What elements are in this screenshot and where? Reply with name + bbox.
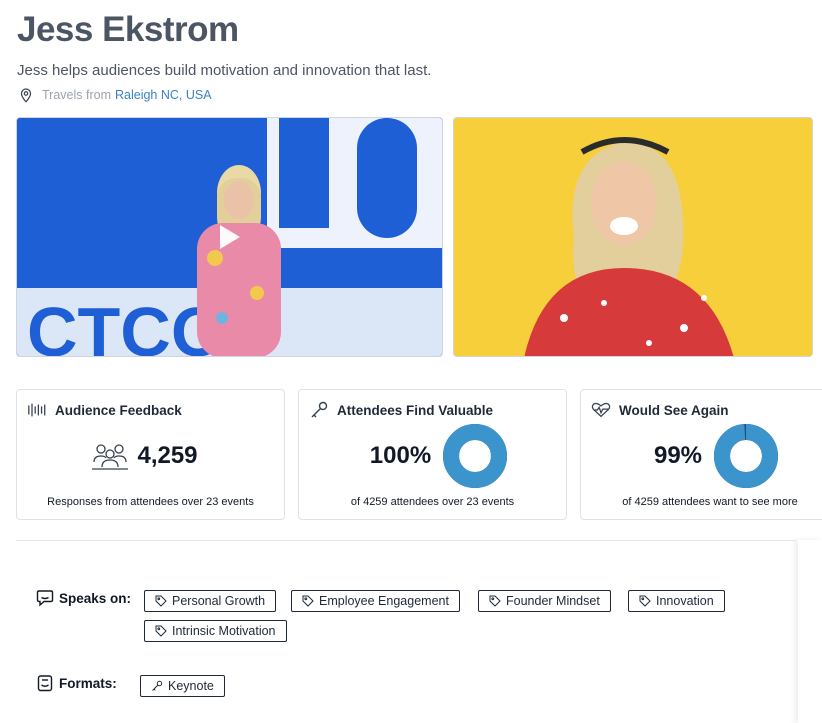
topic-label: Founder Mindset [506,594,600,608]
donut-value-arc [443,424,508,488]
feedback-count: 4,259 [137,442,198,469]
audience-icon [92,444,129,470]
speaker-portrait-art [454,118,812,356]
tag-icon [155,625,167,637]
feedback-caption: Responses from attendees over 23 events [47,496,254,508]
speaker-photo [453,117,813,357]
formats-label: Formats: [36,674,117,692]
format-label: Keynote [168,679,214,693]
speaks-on-label: Speaks on: [36,589,131,607]
clipboard-icon [37,675,53,692]
see-again-caption: of 4259 attendees want to see more [622,496,798,508]
play-icon[interactable] [219,225,240,249]
topic-tag[interactable]: Founder Mindset [478,590,611,612]
topic-tag[interactable]: Innovation [628,590,725,612]
would-see-again-header: Would See Again [591,401,729,419]
attendees-valuable-header: Attendees Find Valuable [309,401,493,419]
topic-label: Innovation [656,594,714,608]
tag-icon [155,595,167,607]
travels-from: Travels from Raleigh NC, USA [17,86,212,104]
audio-wave-icon [28,403,46,417]
tag-icon [489,595,501,607]
section-divider [16,540,796,541]
topic-tag[interactable]: Intrinsic Motivation [144,620,287,642]
valuable-percent: 100% [369,442,432,469]
key-icon [311,401,328,418]
topic-label: Personal Growth [172,594,266,608]
see-again-percent: 99% [653,442,703,469]
donut-value-arc [714,424,779,488]
topic-tag[interactable]: Employee Engagement [291,590,460,612]
topic-label: Employee Engagement [319,594,449,608]
would-see-again-card: Would See Again 99% of 4259 attendees wa… [580,389,822,520]
location-pin-icon [20,88,32,103]
travels-prefix: Travels from [42,88,111,102]
svg-text:CTCO: CTCO [27,293,225,357]
would-see-again-title: Would See Again [619,402,729,418]
tag-icon [302,595,314,607]
format-tag[interactable]: Keynote [140,675,225,697]
topic-tag[interactable]: Personal Growth [144,590,277,612]
speaker-video-thumbnail[interactable]: CTCO [16,117,443,357]
valuable-caption: of 4259 attendees over 23 events [350,496,515,508]
location-link[interactable]: Raleigh NC, USA [115,88,212,102]
valuable-stat: 100% [299,424,566,488]
attendees-valuable-card: Attendees Find Valuable 100% of 4259 att… [298,389,567,520]
audience-feedback-card: Audience Feedback 4,259 Responses from a… [16,389,285,520]
heart-pulse-icon [591,402,611,418]
audience-feedback-title: Audience Feedback [55,402,182,418]
see-again-donut-chart [714,424,779,488]
speaks-on-text: Speaks on: [59,590,132,606]
attendees-valuable-title: Attendees Find Valuable [337,402,494,418]
side-panel-edge [798,540,822,723]
key-icon [152,680,163,691]
speech-bubble-icon [36,590,54,607]
valuable-donut-chart [443,424,508,488]
topic-label: Intrinsic Motivation [172,624,276,638]
tag-icon [639,595,651,607]
feedback-stat: 4,259 [17,424,284,488]
see-again-stat: 99% [581,424,822,488]
audience-feedback-header: Audience Feedback [27,401,182,419]
formats-text: Formats: [59,675,117,691]
speaker-tagline: Jess helps audiences build motivation an… [17,62,432,79]
speaker-name: Jess Ekstrom [17,10,239,49]
